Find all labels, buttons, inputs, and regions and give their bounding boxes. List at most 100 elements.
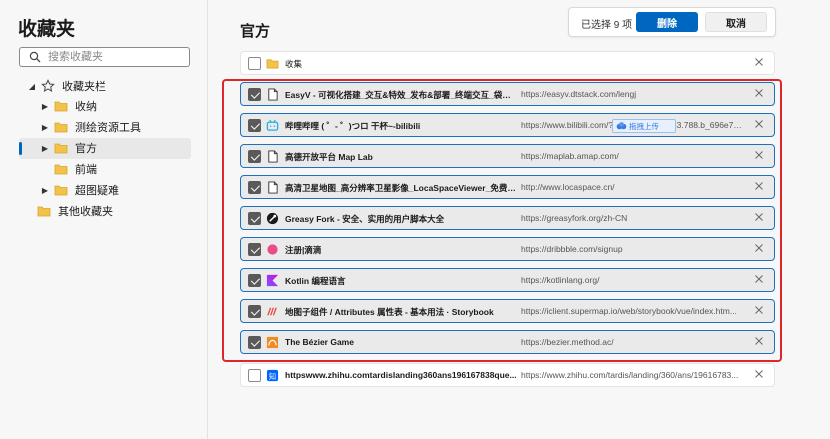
folder-icon [54, 143, 68, 154]
bookmark-title: 地图子组件 / Attributes 属性表 - 基本用法 · Storyboo… [285, 307, 494, 317]
close-icon[interactable] [753, 87, 765, 99]
bookmark-row[interactable]: 知 httpswww.zhihu.comtardislanding360ans19… [240, 363, 775, 387]
bilibili-icon [266, 119, 279, 132]
row-checkbox[interactable] [248, 181, 261, 194]
caret-down-icon[interactable]: ◢ [27, 82, 37, 91]
bookmark-title: 收集 [285, 59, 303, 69]
dribbble-icon [266, 243, 279, 256]
folder-icon [54, 122, 68, 133]
delete-button[interactable]: 删除 [636, 12, 698, 32]
bookmark-row[interactable]: 收集 [240, 51, 775, 75]
row-checkbox[interactable] [248, 57, 261, 70]
folder-icon [266, 57, 279, 70]
page-title: 官方 [240, 23, 271, 40]
close-icon[interactable] [753, 180, 765, 192]
caret-right-icon[interactable]: ▶ [40, 123, 50, 132]
caret-right-icon[interactable]: ▶ [40, 144, 50, 153]
tree-item-label: 收纳 [75, 101, 97, 113]
greasyfork-icon [266, 212, 279, 225]
close-icon[interactable] [753, 335, 765, 347]
row-checkbox[interactable] [248, 369, 261, 382]
close-icon[interactable] [753, 304, 765, 316]
bookmark-title: Greasy Fork - 安全、实用的用户脚本大全 [285, 214, 445, 224]
drag-upload-badge[interactable]: 拖拽上传 [612, 119, 676, 133]
tree-item-label: 测绘资源工具 [75, 122, 141, 134]
page-icon [266, 88, 279, 101]
page-icon [266, 181, 279, 194]
bookmark-url: https://greasyfork.org/zh-CN [521, 213, 628, 223]
search-input[interactable] [48, 49, 186, 65]
sidebar-title: 收藏夹 [18, 19, 76, 40]
bookmark-title: 注册|滴滴 [285, 245, 322, 255]
kotlin-icon [266, 274, 279, 287]
tree-selection-indicator [19, 142, 22, 155]
bookmark-title: Kotlin 编程语言 [285, 276, 346, 286]
bezier-icon [266, 336, 279, 349]
row-checkbox[interactable] [248, 119, 261, 132]
bookmark-url: https://dribbble.com/signup [521, 244, 623, 254]
search-box[interactable] [19, 47, 190, 67]
folder-icon [54, 101, 68, 112]
bookmark-row[interactable]: Kotlin 编程语言 https://kotlinlang.org/ [240, 268, 775, 292]
close-icon[interactable] [753, 118, 765, 130]
tree-item-label: 收藏夹栏 [62, 81, 106, 93]
row-checkbox[interactable] [248, 336, 261, 349]
drag-upload-label: 拖拽上传 [629, 121, 659, 131]
tree-item-supermap-issues[interactable]: ▶ 超图疑难 [40, 180, 119, 200]
tree-item-frontend[interactable]: 前端 [40, 159, 97, 179]
close-icon[interactable] [753, 149, 765, 161]
bookmark-row[interactable]: Greasy Fork - 安全、实用的用户脚本大全 https://greasy… [240, 206, 775, 230]
supermap-icon [266, 305, 279, 318]
tree-item-label: 官方 [75, 143, 97, 155]
tree-item-label: 前端 [75, 164, 97, 176]
row-checkbox[interactable] [248, 243, 261, 256]
row-checkbox[interactable] [248, 88, 261, 101]
tree-item-label: 其他收藏夹 [58, 206, 113, 218]
sidebar: 收藏夹 ◢ 收藏夹栏 ▶ 收纳 ▶ 测绘资源工具 ▶ 官方 前端 [0, 0, 208, 439]
folder-icon [54, 185, 68, 196]
row-checkbox[interactable] [248, 274, 261, 287]
cancel-button[interactable]: 取消 [705, 12, 767, 32]
bookmark-title: The Bézier Game [285, 337, 354, 347]
bookmark-title: EasyV - 可视化搭建_交互&特效_发布&部署_终端交互_袋鼠云 [285, 90, 517, 100]
zhihu-icon: 知 [266, 369, 279, 382]
selection-action-bar: 已选择 9 项 删除 取消 [568, 7, 776, 37]
bookmark-row[interactable]: EasyV - 可视化搭建_交互&特效_发布&部署_终端交互_袋鼠云 https:… [240, 82, 775, 106]
selection-count: 已选择 9 项 [581, 20, 633, 31]
svg-text:知: 知 [269, 371, 276, 381]
tree-item-label: 超图疑难 [75, 185, 119, 197]
bookmark-url: https://iclient.supermap.io/web/storyboo… [521, 306, 737, 316]
row-checkbox[interactable] [248, 150, 261, 163]
bookmark-row[interactable]: 注册|滴滴 https://dribbble.com/signup [240, 237, 775, 261]
tree-item-official[interactable]: ▶ 官方 [40, 138, 97, 158]
bookmark-url: https://maplab.amap.com/ [521, 151, 619, 161]
close-icon[interactable] [753, 273, 765, 285]
tree-item-survey-tools[interactable]: ▶ 测绘资源工具 [40, 117, 141, 137]
row-checkbox[interactable] [248, 212, 261, 225]
folder-icon [37, 206, 51, 217]
bookmark-url: https://kotlinlang.org/ [521, 275, 600, 285]
close-icon[interactable] [753, 242, 765, 254]
bookmark-row[interactable]: 哔哩哔哩 ( ゜- ゜)つロ 干杯~-bilibilihttps://www.b… [240, 113, 775, 137]
bookmark-title: 高清卫星地图_高分辨率卫星影像_LocaSpaceViewer_免费地图... [285, 183, 517, 193]
close-icon[interactable] [753, 368, 765, 380]
close-icon[interactable] [753, 211, 765, 223]
row-checkbox[interactable] [248, 305, 261, 318]
caret-right-icon[interactable]: ▶ [40, 186, 50, 195]
search-icon [29, 51, 41, 63]
close-icon[interactable] [753, 56, 765, 68]
bookmark-url: https://bezier.method.ac/ [521, 337, 614, 347]
caret-right-icon[interactable]: ▶ [40, 102, 50, 111]
bookmark-title: 哔哩哔哩 ( ゜- ゜)つロ 干杯~-bilibili [285, 121, 421, 131]
bookmark-row[interactable]: 高德开放平台 Map Lab https://maplab.amap.com/ [240, 144, 775, 168]
tree-item-other-favorites[interactable]: 其他收藏夹 [23, 201, 113, 221]
tree-item-storage[interactable]: ▶ 收纳 [40, 96, 97, 116]
tree-item-favorites-bar[interactable]: ◢ 收藏夹栏 [27, 76, 106, 96]
page-icon [266, 150, 279, 163]
folder-icon [54, 164, 68, 175]
bookmark-row[interactable]: 高清卫星地图_高分辨率卫星影像_LocaSpaceViewer_免费地图... h… [240, 175, 775, 199]
bookmark-row[interactable]: 地图子组件 / Attributes 属性表 - 基本用法 · Storyboo… [240, 299, 775, 323]
bookmark-url: http://www.locaspace.cn/ [521, 182, 615, 192]
bookmark-title: 高德开放平台 Map Lab [285, 152, 373, 162]
bookmark-row[interactable]: The Bézier Game https://bezier.method.ac/ [240, 330, 775, 354]
